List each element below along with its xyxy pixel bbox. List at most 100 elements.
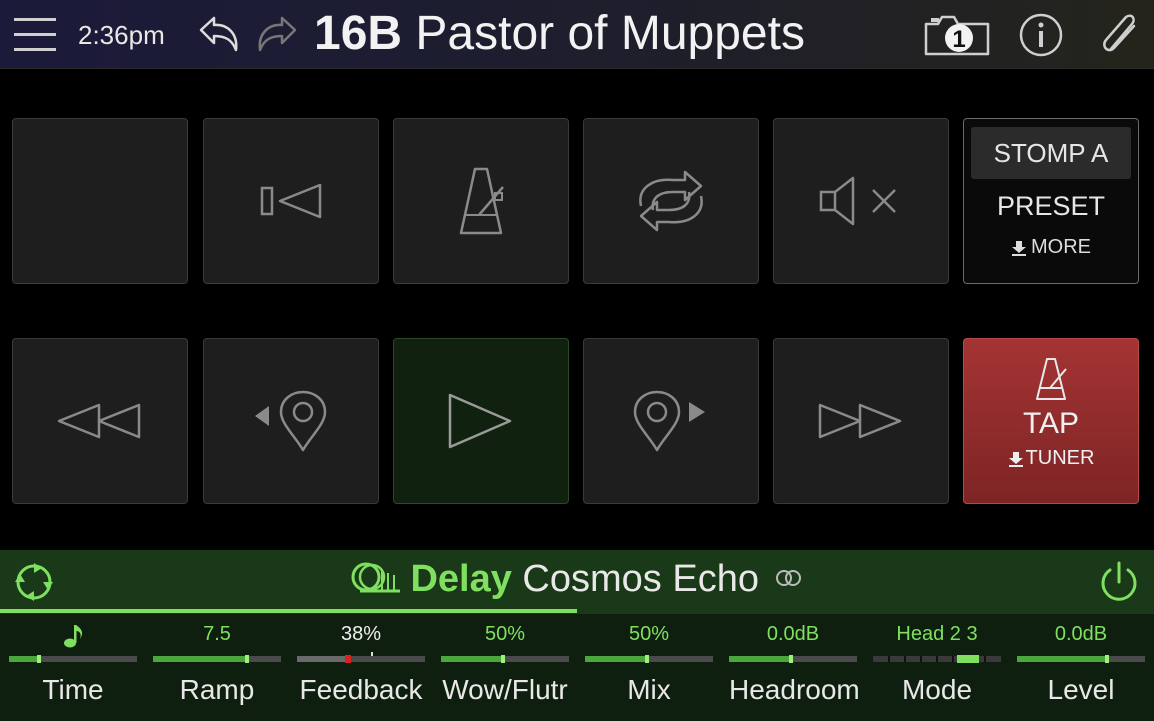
- snapshot-camera-icon[interactable]: 1: [924, 12, 992, 56]
- param-level-knob: [245, 655, 249, 663]
- pad-metronome[interactable]: [393, 118, 569, 284]
- feedback-marker: [345, 655, 351, 663]
- param-level-fill: [729, 656, 793, 662]
- metronome-icon: [1036, 358, 1067, 400]
- rewind-icon: [57, 403, 141, 439]
- param-level-track[interactable]: [9, 655, 137, 663]
- tuner-label: TUNER: [1025, 447, 1095, 469]
- param-level-track[interactable]: [441, 655, 569, 663]
- param-value: 0.0dB: [1054, 623, 1108, 645]
- param-wow-flutter[interactable]: 50% Wow/Flutr: [441, 614, 569, 721]
- preset-title[interactable]: 16B Pastor of Muppets: [314, 6, 805, 61]
- stomp-mode-label: STOMP A: [971, 127, 1131, 179]
- stereo-link-icon: [775, 570, 801, 586]
- pad-prev-marker[interactable]: [203, 338, 379, 504]
- fx-page-indicator: [0, 609, 577, 613]
- speaker-mute-icon: [819, 176, 896, 226]
- clock: 2:36pm: [78, 20, 165, 50]
- feedback-tick: [371, 652, 373, 656]
- pad-rewind[interactable]: [12, 338, 188, 504]
- param-value: [9, 623, 137, 655]
- paperclip-icon[interactable]: [1098, 10, 1142, 60]
- param-ramp[interactable]: 7.5 Ramp: [153, 614, 281, 721]
- stomp-more-label: MORE: [1031, 236, 1091, 258]
- next-marker-icon: [633, 390, 705, 452]
- param-level-track[interactable]: [585, 655, 713, 663]
- param-level-track[interactable]: [873, 655, 1001, 663]
- power-icon[interactable]: [1098, 560, 1140, 604]
- snapshot-number: 1: [952, 26, 965, 53]
- param-level-track[interactable]: [153, 655, 281, 663]
- play-icon: [448, 393, 512, 449]
- pad-play[interactable]: [393, 338, 569, 504]
- header-bar: 2:36pm 16B Pastor of Muppets 1: [0, 0, 1154, 69]
- param-value: Head 2 3: [896, 623, 978, 645]
- param-level-fill: [441, 656, 505, 662]
- param-level-fill: [585, 656, 649, 662]
- param-level-knob: [37, 655, 41, 663]
- param-level-track[interactable]: [1017, 655, 1145, 663]
- param-value: 50%: [484, 623, 526, 645]
- param-level-knob: [1105, 655, 1109, 663]
- param-label: Feedback: [299, 674, 423, 705]
- stomp-preset-label: PRESET: [996, 191, 1106, 221]
- undo-icon[interactable]: [198, 14, 240, 54]
- param-feedback[interactable]: 38% Feedback: [297, 614, 425, 721]
- param-mode[interactable]: Head 2 3 Mode: [873, 614, 1001, 721]
- param-label: Mode: [901, 674, 973, 705]
- menu-icon[interactable]: [14, 18, 56, 52]
- param-label: Wow/Flutr: [442, 674, 568, 705]
- param-label: Time: [42, 674, 104, 705]
- param-value: 38%: [340, 623, 382, 645]
- return-to-start-icon: [260, 183, 322, 219]
- stomp-more-link[interactable]: MORE: [1011, 236, 1091, 259]
- param-label: Mix: [627, 674, 671, 705]
- param-level[interactable]: 0.0dB Level: [1017, 614, 1145, 721]
- param-label: Ramp: [179, 674, 255, 705]
- fx-block-bar: Delay Cosmos Echo: [0, 550, 1154, 614]
- pad-mute[interactable]: [773, 118, 949, 284]
- tap-label: TAP: [1022, 407, 1080, 440]
- delay-category-icon: [351, 562, 401, 593]
- param-level-knob: [789, 655, 793, 663]
- param-level-track[interactable]: [729, 655, 857, 663]
- parameter-strip: Time 7.5 Ramp 38% Feedback 50% Wow/Flutr…: [0, 614, 1154, 721]
- pad-loop[interactable]: [583, 118, 759, 284]
- param-label: Level: [1047, 674, 1115, 705]
- pad-next-marker[interactable]: [583, 338, 759, 504]
- fx-category: Delay: [410, 558, 512, 600]
- param-level-track[interactable]: [297, 652, 425, 663]
- param-level-knob: [645, 655, 649, 663]
- pad-fast-forward[interactable]: [773, 338, 949, 504]
- param-value: 50%: [628, 623, 670, 645]
- param-mix[interactable]: 50% Mix: [585, 614, 713, 721]
- param-level-fill: [297, 656, 346, 662]
- pad-stomp-preset[interactable]: STOMP A PRESET MORE: [963, 118, 1139, 284]
- param-time[interactable]: Time: [9, 614, 137, 721]
- param-value: 7.5: [203, 623, 231, 645]
- eighth-note-icon: [64, 625, 83, 648]
- redo-icon[interactable]: [256, 14, 298, 54]
- fast-forward-icon: [818, 403, 902, 439]
- info-icon[interactable]: [1018, 12, 1064, 58]
- pad-return-to-start[interactable]: [203, 118, 379, 284]
- param-label: Headroom: [729, 674, 860, 705]
- pad-empty[interactable]: [12, 118, 188, 284]
- param-headroom[interactable]: 0.0dB Headroom: [729, 614, 860, 721]
- preset-name: Pastor of Muppets: [415, 7, 805, 60]
- param-level-fill: [153, 656, 249, 662]
- pad-tap-tuner[interactable]: TAP TUNER: [963, 338, 1139, 504]
- download-arrow-icon: [1008, 451, 1023, 467]
- prev-marker-icon: [255, 390, 327, 452]
- param-level-knob: [501, 655, 505, 663]
- param-level-fill: [1017, 656, 1109, 662]
- param-value: 0.0dB: [766, 623, 820, 645]
- metronome-icon: [459, 167, 504, 235]
- fx-title[interactable]: Delay Cosmos Echo: [0, 558, 1154, 601]
- mode-selected-segment: [957, 655, 979, 663]
- fx-model: Cosmos Echo: [522, 558, 759, 600]
- tuner-link[interactable]: TUNER: [1008, 447, 1095, 470]
- loop-icon: [639, 170, 703, 232]
- download-arrow-icon: [1012, 240, 1026, 256]
- preset-number: 16B: [314, 7, 403, 60]
